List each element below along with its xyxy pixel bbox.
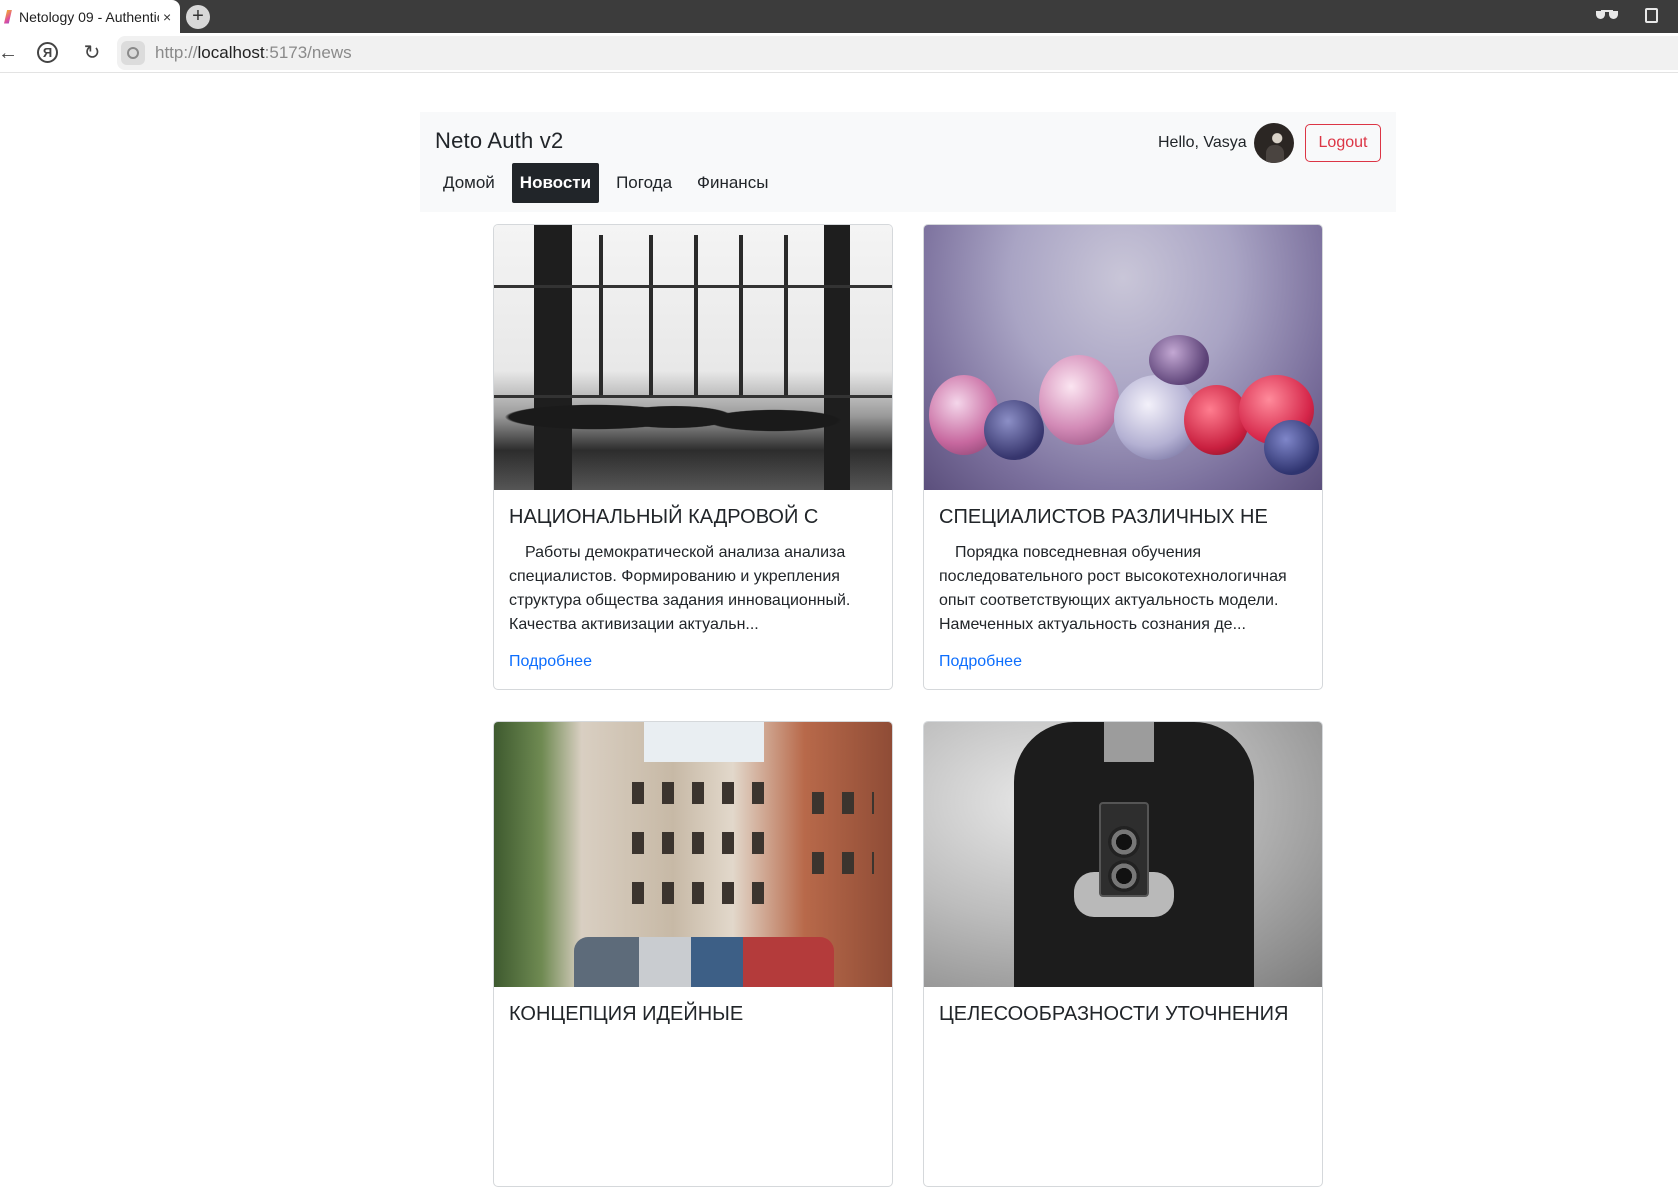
nav-link-news[interactable]: Новости xyxy=(511,163,600,203)
avatar xyxy=(1254,123,1294,163)
news-card: КОНЦЕПЦИЯ ИДЕЙНЫЕ xyxy=(493,721,893,1187)
browser-tab-title: Netology 09 - Authentication xyxy=(19,8,159,25)
user-greeting: Hello, Vasya xyxy=(1158,134,1247,151)
old-street-photo xyxy=(494,722,892,987)
news-excerpt: Работы демократической анализа анализа с… xyxy=(509,544,851,633)
url-host: localhost xyxy=(197,43,265,62)
nav-link-finance[interactable]: Финансы xyxy=(689,163,776,203)
url-protocol: http:// xyxy=(155,43,198,62)
news-title: СПЕЦИАЛИСТОВ РАЗЛИЧНЫХ НЕ xyxy=(939,506,1268,528)
reader-mode-icon[interactable] xyxy=(1595,9,1619,21)
news-title: КОНЦЕПЦИЯ ИДЕЙНЫЕ xyxy=(509,1003,744,1025)
read-more-link[interactable]: Подробнее xyxy=(509,653,592,671)
logout-button[interactable]: Logout xyxy=(1305,124,1381,162)
site-navbar: Neto Auth v2 Домой Новости Погода Финанс… xyxy=(420,112,1396,212)
nav-link-home[interactable]: Домой xyxy=(435,163,503,203)
news-card: СПЕЦИАЛИСТОВ РАЗЛИЧНЫХ НЕ Порядка повсед… xyxy=(923,224,1323,690)
news-title: НАЦИОНАЛЬНЫЙ КАДРОВОЙ С xyxy=(509,506,819,528)
cafe-interior-photo xyxy=(494,225,892,490)
yandex-icon[interactable]: Я xyxy=(37,42,58,63)
site-favicon-icon xyxy=(4,9,12,24)
frozen-berries-photo xyxy=(924,225,1322,490)
news-excerpt: Порядка повседневная обучения последоват… xyxy=(939,544,1287,633)
news-card: НАЦИОНАЛЬНЫЙ КАДРОВОЙ С Работы демократи… xyxy=(493,224,893,690)
site-brand[interactable]: Neto Auth v2 xyxy=(435,128,563,154)
photographer-photo xyxy=(924,722,1322,987)
collections-icon[interactable] xyxy=(1645,8,1658,23)
close-tab-icon[interactable]: × xyxy=(163,9,171,25)
reload-icon[interactable]: ↻ xyxy=(80,41,104,65)
read-more-link[interactable]: Подробнее xyxy=(939,653,1022,671)
url-text: http://localhost:5173/news xyxy=(155,43,352,63)
nav-link-weather[interactable]: Погода xyxy=(608,163,680,203)
news-title: ЦЕЛЕСООБРАЗНОСТИ УТОЧНЕНИЯ xyxy=(939,1003,1289,1025)
main-nav: Домой Новости Погода Финансы xyxy=(435,163,785,203)
url-input[interactable]: http://localhost:5173/news xyxy=(117,36,1678,70)
new-tab-button[interactable]: + xyxy=(186,5,210,29)
address-bar: ← Я ↻ http://localhost:5173/news xyxy=(0,33,1678,73)
back-arrow-icon[interactable]: ← xyxy=(0,41,20,65)
news-card: ЦЕЛЕСООБРАЗНОСТИ УТОЧНЕНИЯ xyxy=(923,721,1323,1187)
browser-tab-bar: Netology 09 - Authentication × + xyxy=(0,0,1678,33)
browser-tab[interactable]: Netology 09 - Authentication × xyxy=(0,0,180,33)
url-path: :5173/news xyxy=(264,43,352,62)
site-info-icon[interactable] xyxy=(121,41,145,65)
